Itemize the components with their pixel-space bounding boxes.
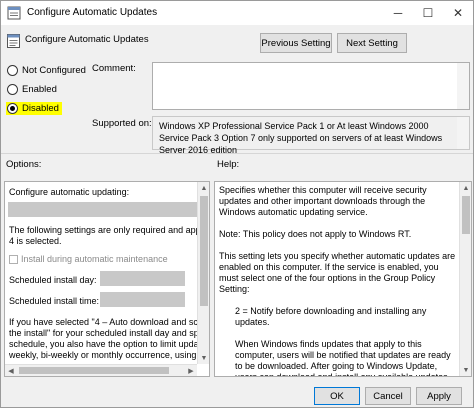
radio-circle[interactable] (7, 65, 18, 76)
scroll-up-arrow-icon[interactable]: ▲ (460, 182, 471, 194)
minimize-button[interactable]: ─ (383, 1, 413, 25)
help-paragraph: 2 = Notify before downloading and instal… (235, 306, 427, 327)
help-pane: Specifies whether this computer will rec… (214, 181, 472, 377)
info-line: the install" for your scheduled install … (9, 328, 210, 338)
previous-setting-button[interactable]: Previous Setting (260, 33, 332, 53)
help-text: Specifies whether this computer will rec… (219, 185, 457, 377)
close-button[interactable]: ✕ (443, 1, 473, 25)
radio-label: Not Configured (22, 65, 86, 76)
next-setting-button[interactable]: Next Setting (337, 33, 407, 53)
divider (1, 153, 473, 154)
info-line: schedule, you also have the option to li… (9, 339, 210, 349)
info-line: weekly, bi-weekly or monthly occurrence,… (9, 350, 210, 360)
options-pane: Configure automatic updating: The follow… (4, 181, 210, 377)
radio-label: Disabled (22, 103, 59, 114)
radio-enabled[interactable]: Enabled (7, 84, 57, 95)
settings-note-line: 4 is selected. (9, 236, 62, 246)
maximize-button[interactable]: ☐ (413, 1, 443, 25)
scheduled-time-dropdown[interactable] (100, 292, 185, 307)
options-vertical-scrollbar[interactable]: ▲ ▼ (197, 182, 209, 364)
scheduled-day-label: Scheduled install day: (9, 275, 97, 285)
supported-on-text: Windows XP Professional Service Pack 1 o… (159, 121, 443, 155)
help-label: Help: (217, 159, 240, 170)
configure-updating-dropdown[interactable] (8, 202, 197, 217)
configure-updating-label: Configure automatic updating: (9, 187, 130, 197)
scroll-left-arrow-icon[interactable]: ◀ (5, 365, 17, 376)
help-paragraph: This setting lets you specify whether au… (219, 251, 456, 294)
scroll-up-arrow-icon[interactable]: ▲ (198, 182, 209, 194)
help-vertical-scrollbar[interactable]: ▲ ▼ (459, 182, 471, 376)
supported-scrollbar[interactable] (457, 117, 469, 149)
comment-textarea[interactable] (152, 62, 470, 110)
scheduled-time-label: Scheduled install time: (9, 296, 100, 306)
supported-on-box: Windows XP Professional Service Pack 1 o… (152, 116, 470, 155)
help-paragraph: Specifies whether this computer will rec… (219, 185, 427, 217)
options-label: Options: (6, 159, 42, 170)
info-line: If you have selected "4 – Auto download … (9, 317, 210, 327)
policy-settings-icon (7, 6, 21, 20)
scroll-thumb[interactable] (462, 196, 470, 234)
settings-note-line: The following settings are only required… (9, 225, 210, 235)
scroll-right-arrow-icon[interactable]: ▶ (185, 365, 197, 376)
comment-label: Comment: (92, 63, 136, 74)
radio-circle[interactable] (7, 84, 18, 95)
scroll-thumb[interactable] (200, 196, 208, 306)
help-paragraph: Note: This policy does not apply to Wind… (219, 229, 412, 239)
policy-icon (7, 34, 20, 48)
radio-circle-selected[interactable] (7, 103, 18, 114)
policy-title: Configure Automatic Updates (25, 34, 149, 45)
options-horizontal-scrollbar[interactable]: ◀ ▶ (5, 364, 197, 376)
maintenance-checkbox[interactable] (9, 255, 18, 264)
scheduled-day-dropdown[interactable] (100, 271, 185, 286)
radio-dot (10, 106, 15, 111)
supported-on-label: Supported on: (92, 118, 152, 129)
scroll-down-arrow-icon[interactable]: ▼ (198, 352, 209, 364)
window-title: Configure Automatic Updates (27, 7, 158, 18)
comment-scrollbar[interactable] (457, 63, 469, 109)
scroll-down-arrow-icon[interactable]: ▼ (460, 364, 471, 376)
radio-label: Enabled (22, 84, 57, 95)
ok-button[interactable]: OK (314, 387, 360, 405)
help-paragraph: When Windows finds updates that apply to… (235, 339, 451, 377)
cancel-button[interactable]: Cancel (365, 387, 411, 405)
scroll-thumb[interactable] (19, 367, 169, 374)
dialog-window: Configure Automatic Updates ─ ☐ ✕ Config… (0, 0, 474, 408)
apply-button[interactable]: Apply (416, 387, 462, 405)
title-bar[interactable]: Configure Automatic Updates ─ ☐ ✕ (1, 1, 473, 25)
radio-not-configured[interactable]: Not Configured (7, 65, 86, 76)
maintenance-checkbox-label: Install during automatic maintenance (21, 254, 168, 264)
radio-disabled[interactable]: Disabled (6, 102, 62, 115)
